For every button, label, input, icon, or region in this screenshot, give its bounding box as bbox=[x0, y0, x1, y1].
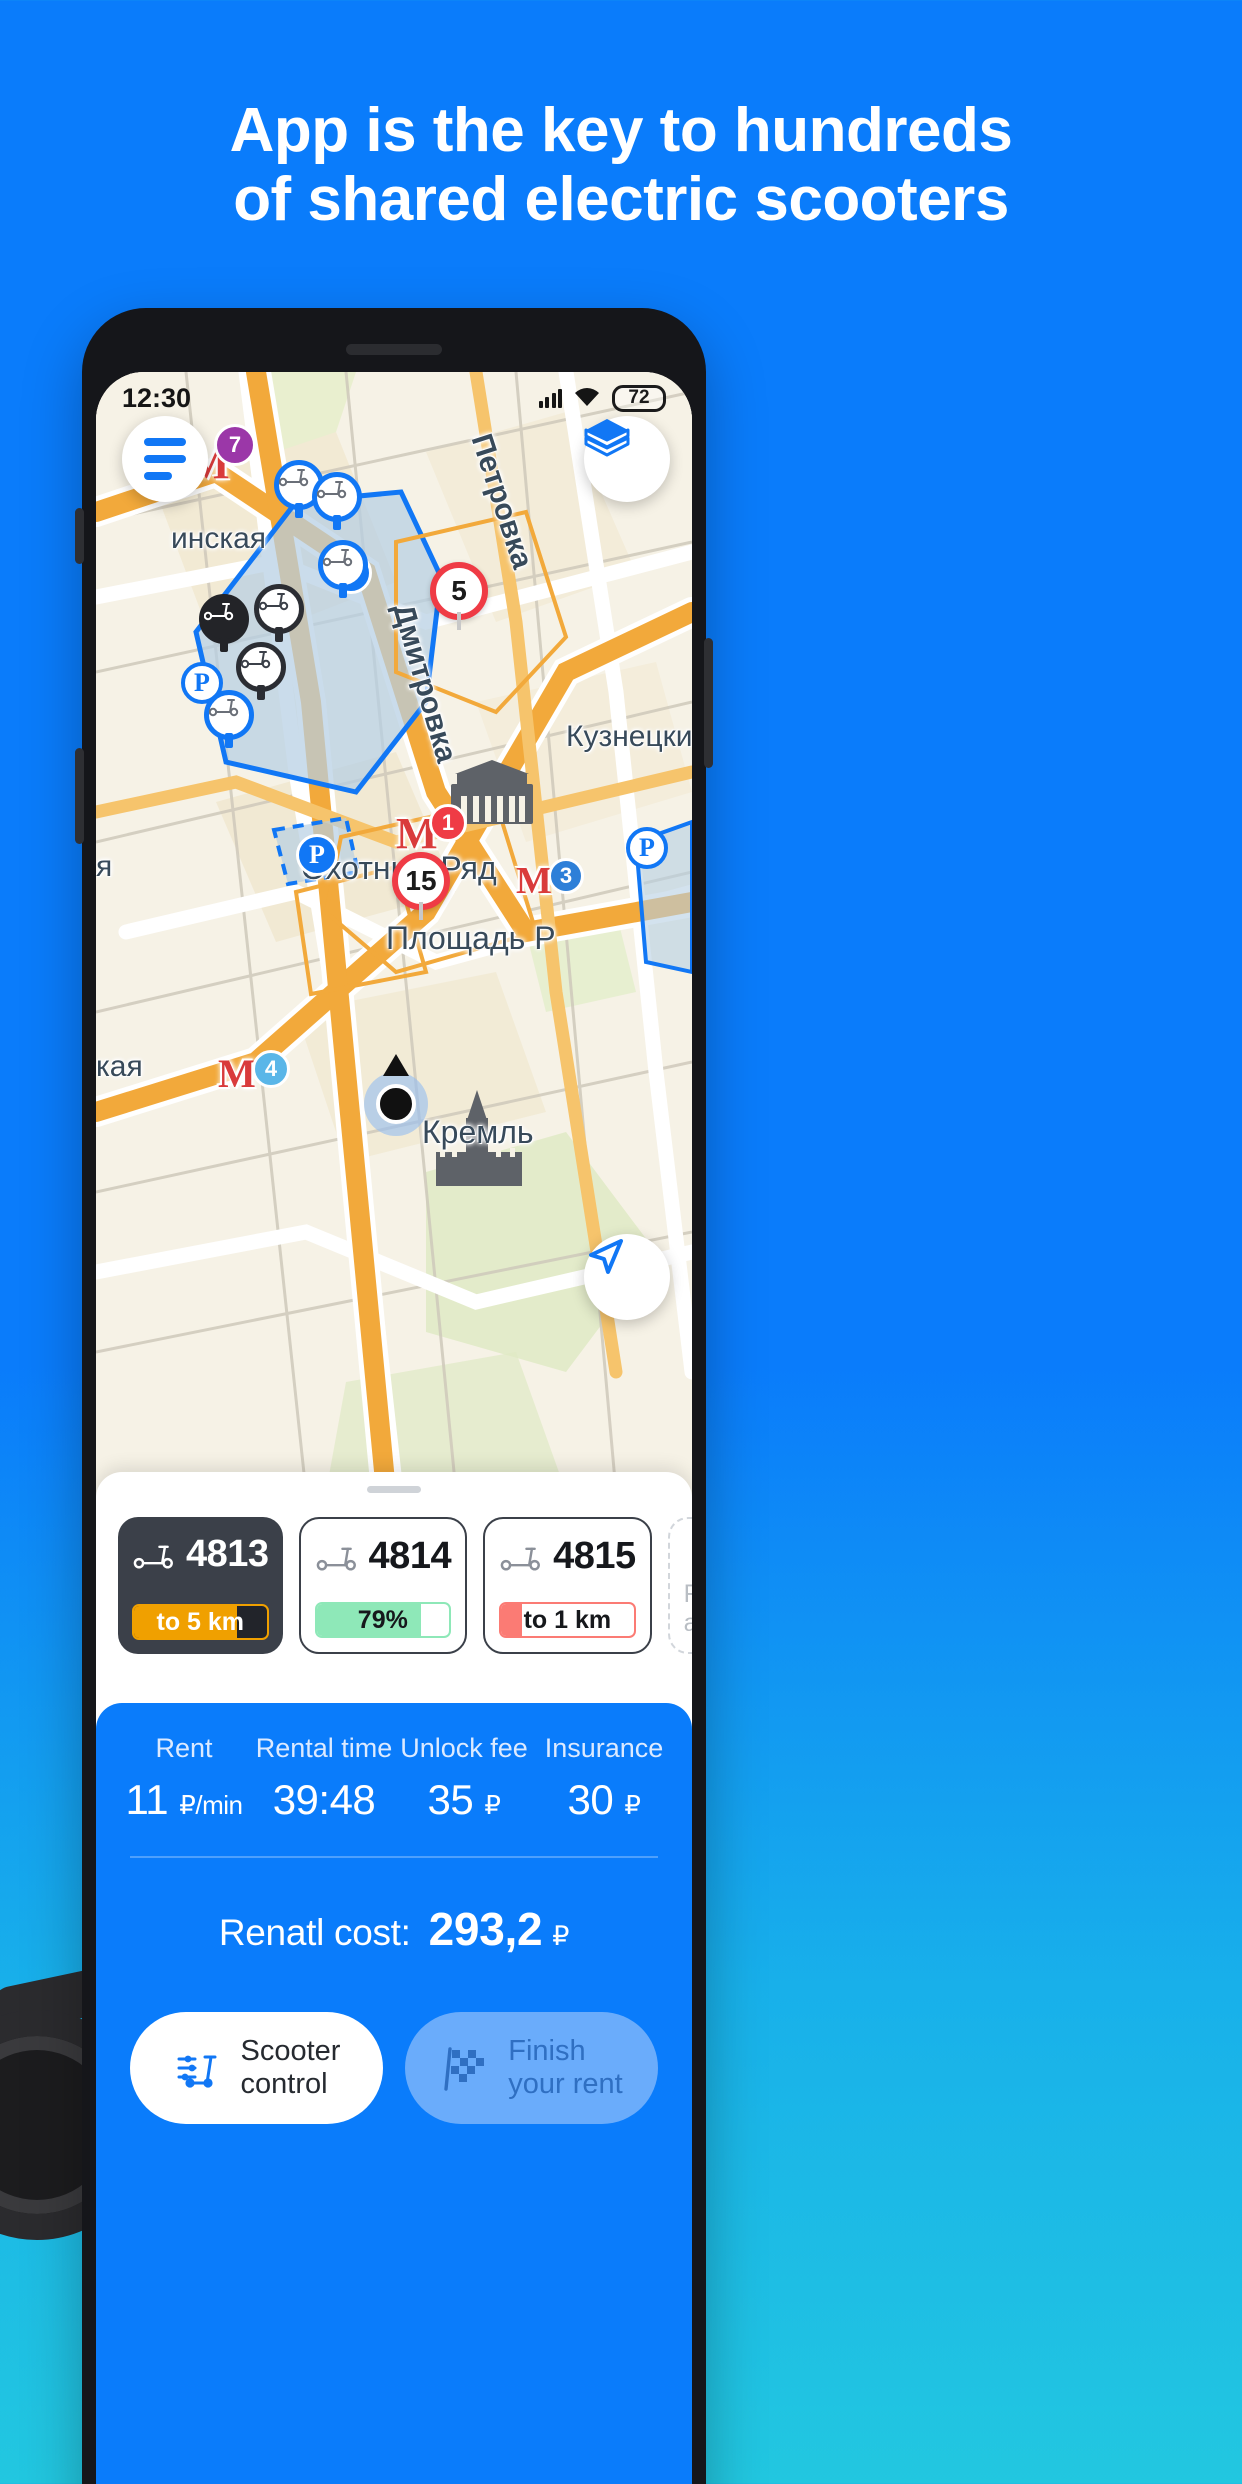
rental-cost-value: 293,2 bbox=[428, 1902, 543, 1955]
scooter-icon bbox=[279, 469, 309, 487]
page-title: App is the key to hundreds of shared ele… bbox=[0, 96, 1242, 235]
map-label: кая bbox=[96, 1050, 143, 1083]
drag-handle[interactable] bbox=[367, 1486, 421, 1493]
scooter-id: 4815 bbox=[553, 1535, 636, 1577]
scooter-icon bbox=[317, 481, 347, 499]
scooter-id: 4814 bbox=[368, 1535, 452, 1577]
map-label: Кузнецки bbox=[566, 720, 692, 753]
metro-line-badge: 7 bbox=[214, 424, 256, 466]
scooter-control-button[interactable]: Scooter control bbox=[130, 2011, 383, 2124]
scooter-pin-selected[interactable] bbox=[199, 594, 249, 652]
scooter-bar-label: to 1 km bbox=[523, 1605, 612, 1634]
scooter-icon bbox=[204, 603, 234, 621]
phone-button-right-1 bbox=[704, 638, 713, 768]
map-label: инская bbox=[171, 522, 267, 555]
finish-rent-label: Finish your rent bbox=[508, 2035, 623, 2100]
metro-line-badge: 1 bbox=[429, 804, 467, 842]
metric-label: Unlock fee bbox=[400, 1733, 528, 1763]
map-layers-icon bbox=[584, 419, 630, 457]
scooter-battery-bar: 79% bbox=[314, 1602, 452, 1638]
metric-value: 11 ₽/min bbox=[125, 1776, 243, 1823]
metro-line-badge: 3 bbox=[548, 858, 584, 894]
parking-pin[interactable]: P bbox=[626, 827, 668, 869]
metric-value: 35 ₽ bbox=[427, 1776, 501, 1823]
locate-me-button[interactable] bbox=[584, 1234, 670, 1320]
scooter-icon bbox=[133, 1545, 173, 1568]
scooter-distance-bar: to 1 km bbox=[499, 1602, 636, 1638]
scooter-distance-bar: to 5 km bbox=[132, 1604, 269, 1640]
metric-value: 30 ₽ bbox=[567, 1776, 641, 1823]
scooter-pin[interactable] bbox=[236, 642, 286, 700]
rental-cost-label: Renatl cost: bbox=[218, 1911, 411, 1953]
scooter-settings-icon bbox=[177, 2055, 217, 2088]
user-location-dot bbox=[364, 1054, 428, 1136]
rental-cost-row: Renatl cost: 293,2 ₽ bbox=[96, 1902, 692, 1956]
scooter-icon bbox=[209, 699, 239, 717]
action-buttons: Scooter control Finish your rent bbox=[96, 1956, 692, 2124]
bottom-sheet: 4813 to 5 km 4814 79% 4815 to 1 km a Ren… bbox=[96, 1472, 692, 2484]
navigation-arrow-icon bbox=[589, 1239, 623, 1274]
metro-icon: M bbox=[516, 860, 552, 902]
phone-earpiece bbox=[346, 344, 442, 355]
rent-metrics: Rent 11 ₽/min Rental time 39:48 Unlock f… bbox=[96, 1733, 692, 1824]
scooter-pin[interactable] bbox=[204, 690, 254, 748]
rent-another-button[interactable]: + Rent another bbox=[667, 1517, 692, 1654]
menu-button[interactable] bbox=[122, 416, 208, 502]
scooter-card-4813[interactable]: 4813 to 5 km bbox=[118, 1517, 283, 1654]
phone-button-left-1 bbox=[75, 508, 84, 564]
phone-button-left-2 bbox=[75, 748, 84, 844]
scooter-pin[interactable] bbox=[254, 584, 304, 642]
map-layers-button[interactable] bbox=[584, 416, 670, 502]
scooter-card-4815[interactable]: 4815 to 1 km bbox=[483, 1517, 652, 1654]
metric-rental-time: Rental time 39:48 bbox=[254, 1733, 394, 1824]
map-label: Кремль bbox=[422, 1114, 534, 1150]
scooter-icon bbox=[241, 651, 271, 669]
scooter-control-label: Scooter control bbox=[240, 2035, 341, 2100]
headline-line-2: of shared electric scooters bbox=[233, 165, 1009, 235]
scooter-card-4814[interactable]: 4814 79% bbox=[298, 1517, 468, 1654]
metric-insurance: Insurance 30 ₽ bbox=[534, 1733, 674, 1824]
speed-limit-sign: 15 bbox=[392, 852, 450, 920]
rent-info-panel: Rent 11 ₽/min Rental time 39:48 Unlock f… bbox=[96, 1703, 692, 2484]
metric-value: 39:48 bbox=[272, 1776, 376, 1823]
scooter-id: 4813 bbox=[186, 1533, 269, 1575]
metric-unlock-fee: Unlock fee 35 ₽ bbox=[394, 1733, 534, 1824]
parking-pin[interactable]: P bbox=[296, 834, 338, 876]
scooter-pin[interactable] bbox=[312, 472, 362, 530]
speed-limit-sign: 5 bbox=[430, 562, 488, 630]
phone-mockup: инская Петровка Дмитровка Кузнецки Охотн… bbox=[75, 308, 713, 2484]
map-label: Площадь Р bbox=[386, 920, 556, 956]
hamburger-menu-icon bbox=[144, 438, 186, 480]
scooter-card-list: 4813 to 5 km 4814 79% 4815 to 1 km a bbox=[96, 1493, 692, 1674]
scooter-icon bbox=[316, 1547, 356, 1570]
scooter-icon bbox=[259, 593, 289, 611]
metric-rent: Rent 11 ₽/min bbox=[114, 1733, 254, 1824]
metro-icon: M bbox=[218, 1051, 256, 1096]
metric-label: Rent bbox=[155, 1733, 213, 1763]
finish-rent-button[interactable]: Finish your rent bbox=[405, 2011, 658, 2124]
panel-divider bbox=[130, 1856, 658, 1858]
scooter-icon bbox=[323, 549, 353, 567]
map-view[interactable]: инская Петровка Дмитровка Кузнецки Охотн… bbox=[96, 372, 692, 1492]
map-label: я bbox=[96, 850, 113, 883]
phone-screen: инская Петровка Дмитровка Кузнецки Охотн… bbox=[96, 372, 692, 2484]
scooter-bar-label: to 5 km bbox=[156, 1607, 245, 1636]
metric-label: Rental time bbox=[255, 1733, 393, 1763]
rent-another-label: Rent another bbox=[683, 1580, 692, 1637]
metric-label: Insurance bbox=[544, 1733, 664, 1763]
checkered-flag-icon bbox=[444, 2046, 485, 2091]
rental-cost-currency: ₽ bbox=[552, 1920, 570, 1951]
headline-line-1: App is the key to hundreds bbox=[229, 96, 1013, 165]
scooter-bar-label: 79% bbox=[357, 1605, 408, 1634]
metro-line-badge: 4 bbox=[252, 1050, 290, 1088]
scooter-icon bbox=[500, 1547, 541, 1570]
scooter-pin[interactable] bbox=[318, 540, 368, 598]
